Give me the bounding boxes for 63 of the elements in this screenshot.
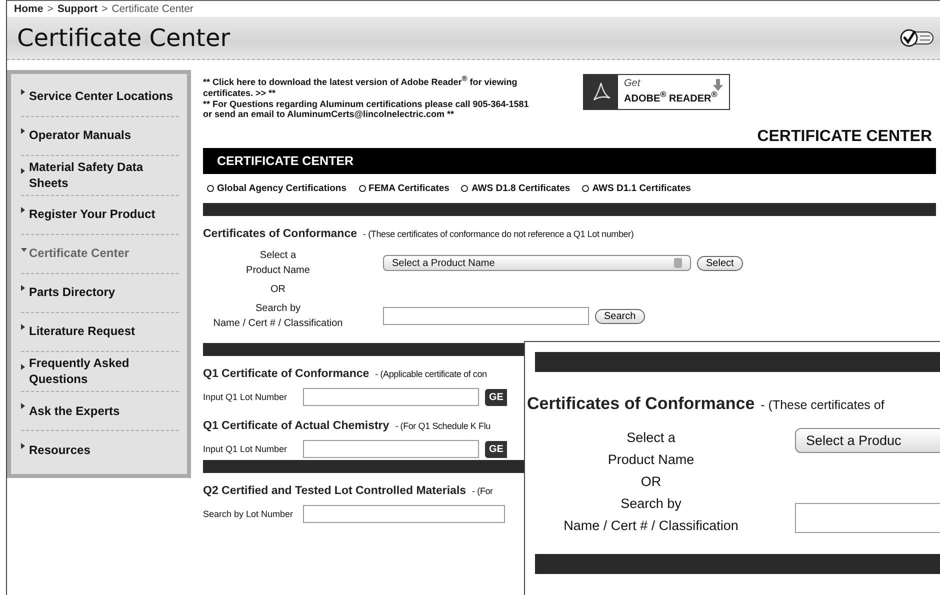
sidebar-item[interactable]: Literature Request	[21, 313, 179, 352]
lot-number-field[interactable]	[303, 388, 479, 406]
download-arrow-icon	[713, 79, 723, 91]
breadcrumb-separator: >	[102, 3, 108, 15]
field-label: Product Name	[246, 264, 310, 278]
field-label: Name / Cert # / Classification	[564, 517, 738, 535]
or-label: OR	[270, 283, 286, 297]
breadcrumb-link[interactable]: Home	[14, 3, 44, 15]
section-title: Certificates of Conformance	[203, 228, 358, 240]
sidebar-item[interactable]: Resources	[21, 431, 179, 470]
lot-number-field[interactable]	[303, 505, 505, 523]
search-field[interactable]	[795, 503, 940, 533]
select-button[interactable]: Select	[697, 256, 743, 270]
badge-text: ADOBE$^{®}$ READER$^{®}$	[624, 90, 718, 104]
sidebar-item[interactable]: Material Safety Data Sheets	[21, 156, 179, 196]
field-label: Search by	[255, 302, 301, 316]
field-label: Select a	[260, 249, 296, 263]
field-label: Search by Lot Number	[203, 509, 294, 519]
section-title: Q1 Certificate of Conformance	[203, 368, 370, 380]
certificate-link[interactable]: AWS D1.8 Certificates	[461, 183, 570, 194]
banner-heading: CERTIFICATE CENTER	[203, 148, 936, 174]
product-select[interactable]: Select a Produc	[795, 428, 940, 453]
generate-button[interactable]: GE	[485, 440, 508, 458]
or-label: OR	[640, 473, 662, 491]
section-heading: CERTIFICATE CENTER	[756, 128, 933, 146]
field-label: Input Q1 Lot Number	[203, 444, 288, 454]
sidebar-item[interactable]: Ask the Experts	[21, 392, 179, 432]
certificate-link[interactable]: FEMA Certificates	[358, 183, 450, 194]
field-label: Product Name	[608, 451, 694, 469]
certificate-link[interactable]: AWS D1.1 Certificates	[582, 183, 691, 194]
section-title: Q2 Certified and Tested Lot Controlled Materials	[203, 485, 466, 497]
certificate-link[interactable]: Global Agency Certifications	[207, 183, 347, 194]
sidebar-item[interactable]: Register Your Product	[21, 196, 179, 236]
section-title: Certificates of Conformance	[527, 394, 755, 414]
breadcrumb-separator: >	[47, 3, 54, 15]
sidebar-item[interactable]: Operator Manuals	[21, 117, 179, 156]
section-note: - (For Q1 Schedule K Flu	[395, 421, 490, 431]
section-note: - (These certificates of conformance do not reference a Q1 Lot number)	[363, 229, 634, 239]
badge-text: Get	[624, 78, 642, 90]
section-note: - (For	[472, 486, 493, 496]
section-note: - (These certificates of	[760, 398, 884, 412]
field-label: Search by	[620, 495, 682, 513]
page-title: Certificate Center	[17, 24, 230, 52]
section-title: Q1 Certificate of Actual Chemistry	[203, 420, 390, 432]
field-label: Name / Cert # / Classification	[213, 317, 343, 331]
breadcrumb-link[interactable]: Support	[57, 3, 98, 15]
product-select[interactable]: Select a Product Name	[383, 255, 691, 271]
field-label: Input Q1 Lot Number	[203, 392, 288, 402]
lot-number-field[interactable]	[303, 440, 479, 458]
generate-button[interactable]: GE	[485, 388, 508, 406]
adobe-reader-badge[interactable]: Get ADOBE$^{®}$ READER$^{®}$	[583, 74, 730, 110]
field-label: Select a	[626, 429, 676, 447]
breadcrumb-current-page: Certificate Center	[112, 3, 194, 15]
section-note: - (Applicable certificate of con	[375, 369, 487, 379]
sidebar-item[interactable]: Frequently Asked Questions	[21, 352, 179, 392]
notice-text: ** Click here to download the latest version of Adobe Reader$^{®}$ for viewing certificates. >> **	[203, 74, 518, 99]
search-field[interactable]	[383, 307, 589, 325]
sidebar-item[interactable]: Service Center Locations	[21, 78, 179, 117]
checkmark-seal-icon	[900, 28, 934, 48]
sidebar-item[interactable]: Certificate Center	[21, 235, 179, 274]
sidebar-item[interactable]: Parts Directory	[21, 274, 179, 314]
search-button[interactable]: Search	[595, 308, 645, 324]
notice-text: ** For Questions regarding Aluminum certifications please call 905-364-1581 or send an email to AluminumCerts@lincolnelectric.com **	[203, 98, 530, 120]
